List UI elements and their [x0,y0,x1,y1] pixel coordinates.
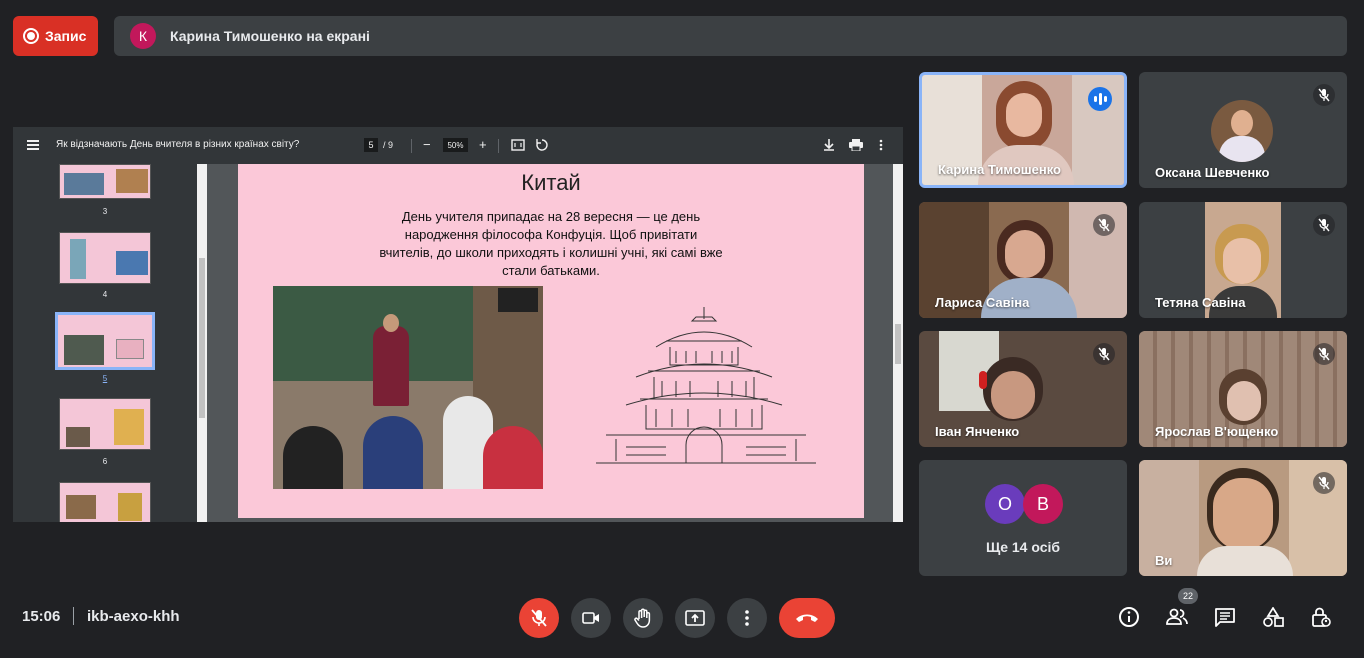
chat-button[interactable] [1212,604,1238,630]
participant-tile[interactable]: Оксана Шевченко [1139,72,1347,188]
mic-off-icon [1313,84,1335,106]
participant-tile[interactable]: Тетяна Савіна [1139,202,1347,318]
mic-off-icon [1313,472,1335,494]
participant-name: Іван Янченко [935,424,1020,439]
fit-page-icon[interactable] [511,139,525,151]
page-thumbnail[interactable] [59,482,151,522]
slide-text: День учителя припадає на 28 вересня — це… [379,209,723,278]
page-number-input[interactable]: 5 [364,138,378,152]
camera-toggle-button[interactable] [571,598,611,638]
activities-button[interactable] [1260,604,1286,630]
thumbnail-label: 4 [102,290,108,299]
raise-hand-button[interactable] [623,598,663,638]
classroom-photo [273,286,543,489]
record-button[interactable]: Запис [13,16,98,56]
page-thumbnail[interactable] [59,164,151,199]
participant-tile[interactable]: Ярослав В'ющенко [1139,331,1347,447]
hang-up-icon [796,614,818,622]
more-participants-tile[interactable]: О В Ще 14 осіб [919,460,1127,576]
chat-icon [1215,608,1235,627]
thumbnail-label: 5 [102,374,108,383]
menu-icon[interactable] [27,140,39,150]
slide-page: Китай День учителя припадає на 28 вересн… [238,164,864,518]
thumbnail-label: 3 [102,207,108,216]
slide-title: Китай [521,170,581,195]
pdf-title: Як відзначають День вчителя в різних кра… [56,139,300,150]
speaking-indicator-icon [1088,87,1112,111]
zoom-out-button[interactable]: − [423,138,431,152]
host-controls-button[interactable] [1308,604,1334,630]
info-icon [1119,607,1139,627]
mic-off-icon [1313,343,1335,365]
self-view-tile[interactable]: Ви [1139,460,1347,576]
present-now-button[interactable] [675,598,715,638]
participant-avatar: О [985,484,1025,524]
lock-person-icon [1312,607,1331,627]
pagoda-drawing [596,307,816,464]
mic-off-icon [1093,214,1115,236]
record-label: Запис [45,28,87,44]
hand-icon [634,608,651,628]
mic-off-icon [531,609,547,627]
participant-avatar [1211,100,1273,162]
participant-name: Лариса Савіна [935,295,1030,310]
participant-name: Карина Тимошенко [938,162,1061,177]
present-screen-icon [685,610,705,626]
participant-tile[interactable]: Карина Тимошенко [919,72,1127,188]
people-button[interactable] [1164,604,1190,630]
more-participants-label: Ще 14 осіб [985,539,1061,555]
presenting-text: Карина Тимошенко на екрані [170,28,370,44]
zoom-input[interactable]: 50% [443,138,468,152]
presenter-avatar: К [130,23,156,49]
shared-screen: Як відзначають День вчителя в різних кра… [13,127,903,522]
more-vert-icon[interactable] [879,139,883,151]
meeting-time: 15:06 [22,608,61,625]
page-scrollbar[interactable] [893,164,903,522]
participant-name: Оксана Шевченко [1155,165,1270,180]
mic-off-icon [1093,343,1115,365]
participant-name: Тетяна Савіна [1155,295,1246,310]
participant-avatar: В [1023,484,1063,524]
more-options-button[interactable] [727,598,767,638]
leave-call-button[interactable] [779,598,835,638]
thumbnail-sidebar: 3 4 5 6 [13,164,197,522]
participant-tile[interactable]: Лариса Савіна [919,202,1127,318]
participant-name: Ярослав В'ющенко [1155,424,1279,439]
thumbnail-scrollbar[interactable] [197,164,207,522]
shapes-icon [1263,607,1284,627]
record-icon [23,28,39,44]
print-icon[interactable] [849,139,863,151]
camera-icon [582,612,599,624]
page-total: / 9 [383,140,394,150]
participant-tile[interactable]: Іван Янченко [919,331,1127,447]
meeting-details-button[interactable] [1116,604,1142,630]
participant-name: Ви [1155,553,1173,568]
page-thumbnail-selected[interactable] [55,312,155,370]
toolbar-divider [411,139,412,153]
mic-off-icon [1313,214,1335,236]
zoom-in-button[interactable]: + [479,138,487,152]
download-icon[interactable] [823,138,835,152]
meeting-code: ikb-aexo-khh [87,608,180,625]
more-vert-icon [745,610,749,626]
presenting-banner: К Карина Тимошенко на екрані [114,16,1347,56]
microphone-toggle-button[interactable] [519,598,559,638]
toolbar-divider [498,139,499,153]
page-thumbnail[interactable] [59,398,151,450]
people-icon [1166,608,1188,625]
page-thumbnail[interactable] [59,232,151,284]
bottom-divider [73,607,74,625]
pdf-toolbar: Як відзначають День вчителя в різних кра… [13,127,903,164]
thumbnail-label: 6 [102,457,108,466]
rotate-icon[interactable] [535,138,549,152]
participant-count-badge: 22 [1178,588,1198,604]
